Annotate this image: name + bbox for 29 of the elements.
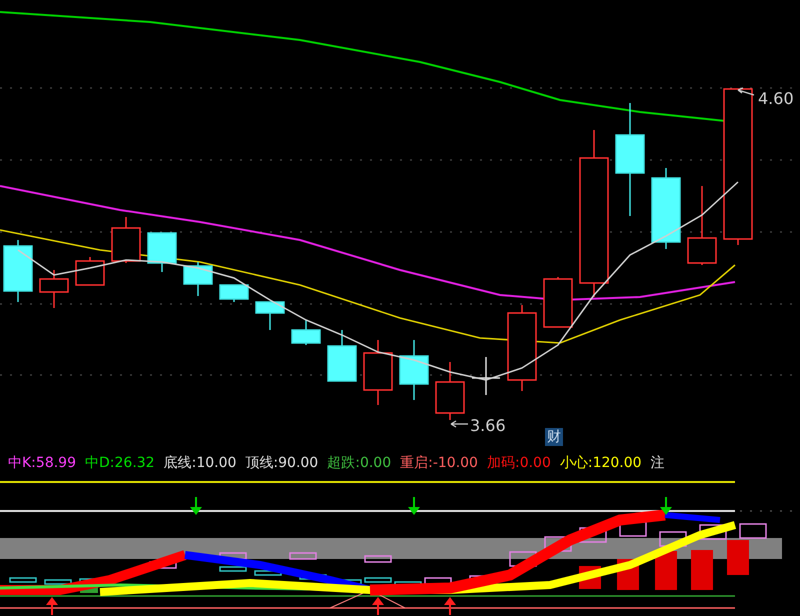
indicator-value: 加码:0.00 — [486, 454, 551, 472]
candlestick — [147, 232, 177, 272]
indicator-value: 注 — [650, 454, 665, 472]
candlestick — [543, 277, 573, 328]
indicator-value: 超跌:0.00 — [327, 454, 392, 472]
candlestick — [39, 270, 69, 308]
candlestick — [291, 320, 321, 345]
candlestick — [75, 257, 105, 286]
pointer-arrow-icon — [737, 87, 755, 96]
indicator-value: 中D:26.32 — [85, 454, 155, 472]
crosshair-candle — [472, 357, 500, 395]
candlestick — [219, 284, 249, 302]
indicator-value: 顶线:90.00 — [245, 454, 318, 472]
info-badge[interactable]: 财 — [545, 428, 563, 446]
price-label: 3.66 — [470, 416, 506, 435]
indicator-value: 中K:58.99 — [8, 454, 76, 472]
candlestick — [3, 240, 33, 302]
candlestick — [363, 340, 393, 405]
indicator-value: 底线:10.00 — [164, 454, 236, 472]
candlestick — [183, 262, 213, 296]
indicator-value: 重启:-10.00 — [400, 454, 478, 472]
candlestick — [327, 330, 357, 382]
pointer-arrow-icon — [450, 420, 469, 428]
candlestick — [111, 217, 141, 263]
candlestick — [399, 340, 429, 400]
indicator-value: 小心:120.00 — [560, 454, 642, 472]
candlestick — [435, 362, 465, 420]
price-label: 4.60 — [758, 89, 794, 108]
candlestick — [255, 301, 285, 330]
